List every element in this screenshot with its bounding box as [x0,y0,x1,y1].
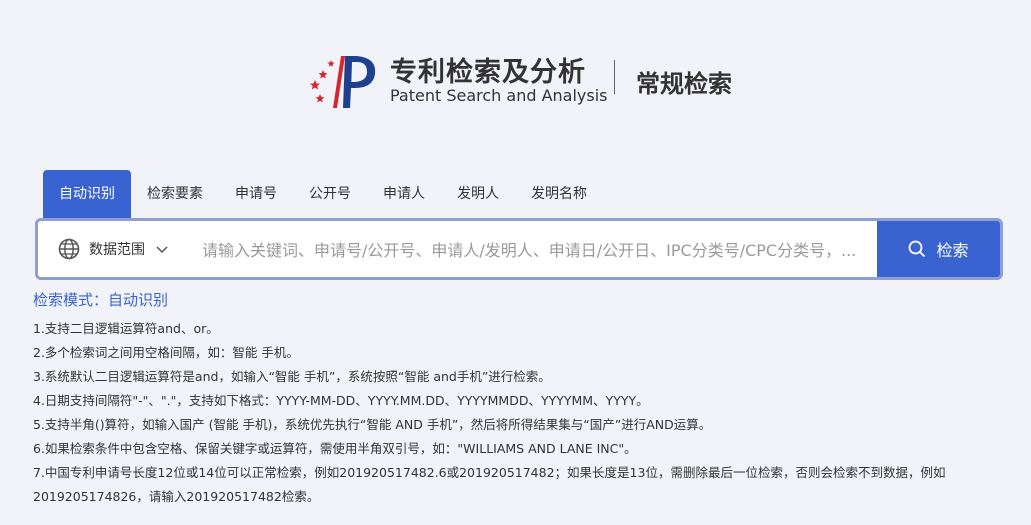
search-mode-label: 检索模式：自动识别 [33,291,169,309]
search-input[interactable] [200,232,884,268]
search-button-label: 检索 [936,241,969,260]
tab-application-number[interactable]: 申请号 [219,170,293,218]
search-help: 1.支持二目逻辑运算符and、or。 2.多个检索词之间用空格间隔，如：智能 手… [33,317,993,509]
brand-divider [614,60,615,94]
search-button[interactable]: 检索 [877,221,1000,277]
search-type-tabs: 自动识别 检索要素 申请号 公开号 申请人 发明人 发明名称 [43,170,603,218]
chevron-down-icon [156,246,168,254]
tab-search-elements[interactable]: 检索要素 [131,170,219,218]
tab-auto-detect[interactable]: 自动识别 [43,170,131,218]
help-line: 5.支持半角()算符，如输入国产 (智能 手机)，系统优先执行“智能 AND 手… [33,417,712,432]
page-title: 常规检索 [636,70,732,98]
data-scope-dropdown[interactable]: 数据范围 [58,221,169,277]
help-line: 6.如果检索条件中包含空格、保留关键字或运算符，需使用半角双引号，如："WILL… [33,441,637,456]
help-line: 2019205174826，请输入201920517482检索。 [33,489,320,504]
tab-publication-number[interactable]: 公开号 [293,170,367,218]
help-line: 4.日期支持间隔符"-"、"."，支持如下格式：YYYY-MM-DD、YYYY.… [33,393,649,408]
globe-icon [58,238,80,260]
header: 专利检索及分析 Patent Search and Analysis 常规检索 [0,44,1031,114]
tab-invention-title[interactable]: 发明名称 [515,170,603,218]
help-line: 3.系统默认二目逻辑运算符是and，如输入“智能 手机”，系统按照“智能 and… [33,369,551,384]
brand-title-cn: 专利检索及分析 [390,57,586,88]
data-scope-label: 数据范围 [89,242,145,258]
brand-title-en: Patent Search and Analysis [390,86,608,105]
patent-office-logo [310,56,376,108]
tab-inventor[interactable]: 发明人 [441,170,515,218]
help-line: 2.多个检索词之间用空格间隔，如：智能 手机。 [33,345,299,360]
help-line: 1.支持二目逻辑运算符and、or。 [33,321,219,336]
search-bar: 数据范围 检索 [35,218,1003,280]
search-icon [909,240,926,258]
help-line: 7.中国专利申请号长度12位或14位可以正常检索，例如201920517482.… [33,465,946,480]
tab-applicant[interactable]: 申请人 [367,170,441,218]
